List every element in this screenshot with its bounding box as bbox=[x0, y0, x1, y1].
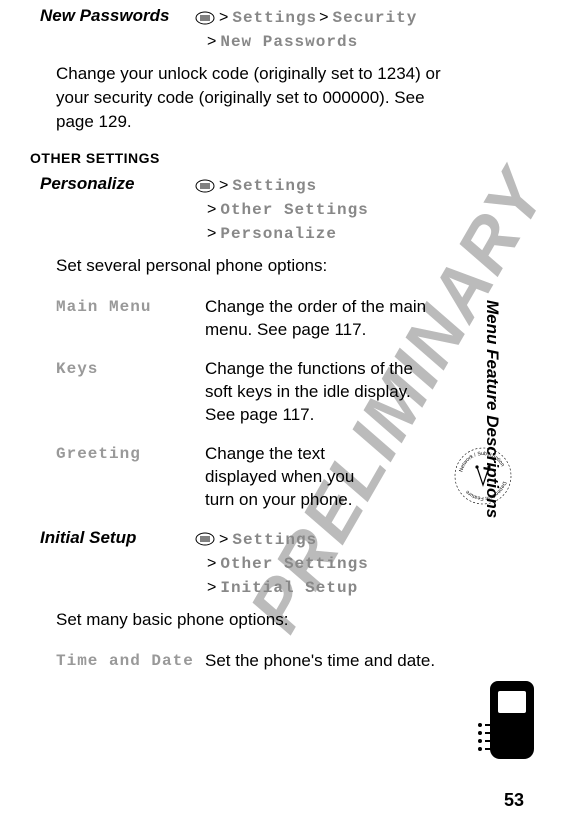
item-label: Time and Date bbox=[56, 650, 205, 670]
menu-key-icon bbox=[195, 532, 215, 546]
bc-security: Security bbox=[333, 9, 418, 27]
feature-initial-setup: Initial Setup >Settings >Other Settings … bbox=[30, 528, 442, 601]
feature-title: New Passwords bbox=[30, 6, 195, 26]
item-keys: Keys Change the functions of the soft ke… bbox=[30, 352, 442, 437]
item-label: Keys bbox=[56, 358, 205, 378]
item-greeting: Greeting Change the text displayed when … bbox=[30, 437, 442, 522]
breadcrumb: >Settings >Other Settings >Initial Setup bbox=[195, 528, 369, 601]
feature-intro: Set many basic phone options: bbox=[30, 606, 442, 644]
item-desc: Set the phone's time and date. bbox=[205, 650, 442, 673]
section-label-other-settings: OTHER SETTINGS bbox=[30, 150, 442, 166]
feature-title: Initial Setup bbox=[30, 528, 195, 548]
feature-intro: Set several personal phone options: bbox=[30, 252, 442, 290]
phone-icon bbox=[490, 681, 534, 759]
breadcrumb: >Settings >Other Settings >Personalize bbox=[195, 174, 369, 247]
breadcrumb: >Settings>Security >New Passwords bbox=[195, 6, 417, 54]
bc-other-settings: Other Settings bbox=[220, 555, 368, 573]
feature-title: Personalize bbox=[30, 174, 195, 194]
bc-settings: Settings bbox=[232, 531, 317, 549]
side-column: Menu Feature Descriptions bbox=[482, 300, 502, 620]
item-desc: Change the text displayed when you turn … bbox=[205, 443, 442, 512]
item-label: Main Menu bbox=[56, 296, 205, 316]
bc-settings: Settings bbox=[232, 177, 317, 195]
item-label: Greeting bbox=[56, 443, 205, 463]
feature-desc: Change your unlock code (originally set … bbox=[30, 60, 442, 145]
page-content: New Passwords >Settings>Security >New Pa… bbox=[0, 0, 562, 683]
bc-settings: Settings bbox=[232, 9, 317, 27]
feature-new-passwords: New Passwords >Settings>Security >New Pa… bbox=[30, 6, 442, 54]
item-desc: Change the order of the main menu. See p… bbox=[205, 296, 442, 342]
page-number: 53 bbox=[504, 790, 524, 811]
bc-new-passwords: New Passwords bbox=[220, 33, 358, 51]
bc-personalize: Personalize bbox=[220, 225, 337, 243]
bc-other-settings: Other Settings bbox=[220, 201, 368, 219]
item-time-date: Time and Date Set the phone's time and d… bbox=[30, 644, 442, 683]
menu-key-icon bbox=[195, 11, 215, 25]
bc-initial-setup: Initial Setup bbox=[220, 579, 358, 597]
item-main-menu: Main Menu Change the order of the main m… bbox=[30, 290, 442, 352]
item-desc: Change the functions of the soft keys in… bbox=[205, 358, 442, 427]
feature-personalize: Personalize >Settings >Other Settings >P… bbox=[30, 174, 442, 247]
item-desc-text: Change the text displayed when you turn … bbox=[205, 444, 354, 509]
menu-key-icon bbox=[195, 179, 215, 193]
side-title: Menu Feature Descriptions bbox=[482, 300, 502, 518]
